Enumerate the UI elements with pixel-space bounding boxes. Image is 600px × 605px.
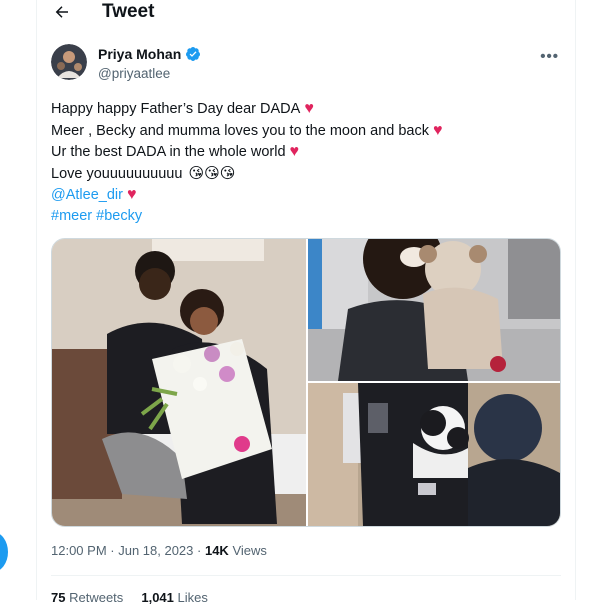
verified-badge-icon (186, 47, 201, 61)
retweets-stat[interactable]: 75 Retweets (51, 590, 123, 605)
red-heart-emoji: ♥ (289, 143, 300, 161)
tweet-line-2-text: Meer , Becky and mumma loves you to the … (51, 122, 429, 139)
red-heart-emoji: ♥ (304, 100, 314, 117)
page-title: Tweet (102, 1, 155, 22)
hashtag-link-becky[interactable]: #becky (96, 208, 142, 224)
more-horizontal-icon: ••• (540, 48, 559, 65)
man-holding-baby-photo[interactable] (308, 239, 560, 381)
meta-separator: · (193, 543, 205, 558)
back-button[interactable] (51, 0, 73, 24)
retweets-label: Retweets (69, 590, 124, 605)
hashtag-link-meer[interactable]: #meer (51, 208, 92, 224)
more-options-button[interactable]: ••• (540, 48, 559, 65)
likes-count: 1,041 (141, 590, 174, 605)
likes-label: Likes (177, 590, 208, 605)
likes-stat[interactable]: 1,041 Likes (141, 590, 208, 605)
tweet-line-3-text: Ur the best DADA in the whole world (51, 144, 286, 161)
tweet-line-1: Happy happy Father’s Day dear DADA ♥ (51, 98, 561, 120)
tweet-stats: 75 Retweets 1,041 Likes (51, 590, 208, 605)
tweet-date[interactable]: Jun 18, 2023 (118, 543, 193, 558)
kiss-emoji: 😘😘😘 (188, 164, 236, 182)
column-border-left (36, 0, 37, 600)
tweet-text: Happy happy Father’s Day dear DADA ♥ Meer… (51, 98, 561, 228)
author-name-row: Priya Mohan (98, 46, 201, 62)
tweet-line-6: #meer #becky (51, 206, 561, 228)
tweet-line-5: @Atlee_dir ♥ (51, 184, 561, 206)
retweets-count: 75 (51, 590, 66, 605)
arrow-left-icon (55, 6, 68, 18)
tweet-line-1-text: Happy happy Father’s Day dear DADA (51, 101, 301, 117)
tweet-header: Tweet (37, 0, 575, 26)
views-count: 14K (204, 543, 229, 558)
compose-tweet-button[interactable] (0, 532, 8, 572)
tweet-time[interactable]: 12:00 PM (51, 543, 107, 558)
author-handle[interactable]: @priyaatlee (98, 66, 170, 81)
red-heart-emoji: ♥ (126, 186, 137, 204)
tweet-line-4-text: Love youuuuuuuuuu (51, 165, 183, 182)
divider (51, 575, 561, 576)
views-label: Views (232, 543, 267, 558)
tweet-meta: 12:00 PM · Jun 18, 2023 · 14K Views (51, 543, 267, 558)
column-border-right (575, 0, 576, 600)
tweet-author: Priya Mohan @priyaatlee ••• (51, 44, 561, 84)
tweet-line-4: Love youuuuuuuuuu 😘😘😘 (51, 163, 561, 185)
tweet-line-2: Meer , Becky and mumma loves you to the … (51, 120, 561, 142)
avatar[interactable] (51, 44, 87, 80)
tweet-media-grid (51, 238, 561, 527)
mention-link[interactable]: @Atlee_dir (51, 187, 123, 203)
tweet-line-3: Ur the best DADA in the whole world ♥ (51, 141, 561, 163)
author-name[interactable]: Priya Mohan (98, 46, 181, 62)
family-photo-with-bouquet[interactable] (52, 239, 306, 526)
man-with-dog-photo[interactable] (308, 383, 560, 526)
red-heart-emoji: ♥ (433, 121, 443, 139)
meta-separator: · (106, 543, 119, 558)
